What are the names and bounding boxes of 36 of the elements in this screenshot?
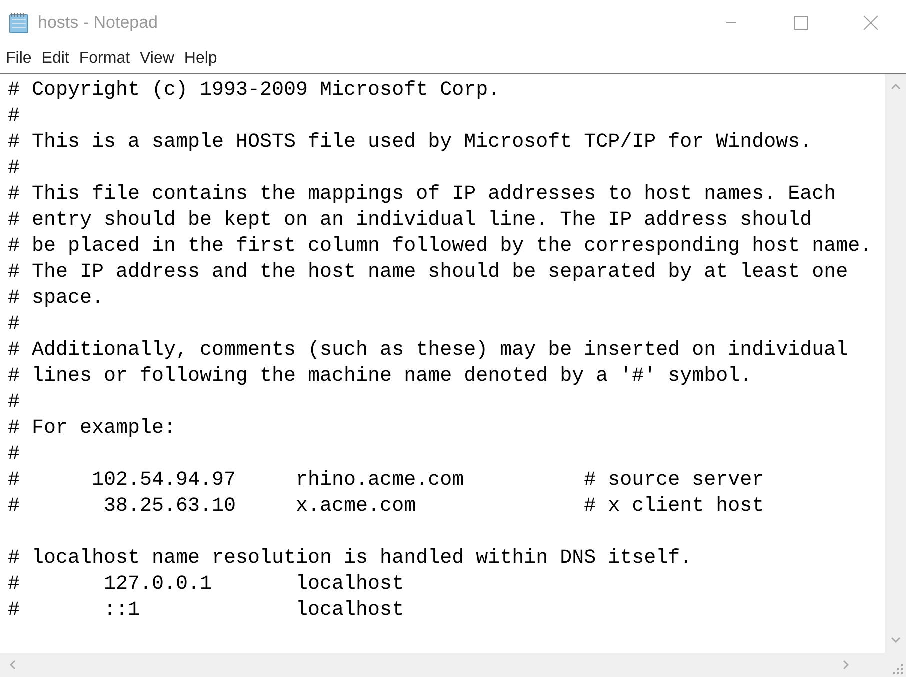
text-line: # This file contains the mappings of IP addresses to host names. Each (8, 183, 836, 206)
text-line: # (8, 105, 20, 128)
menu-item[interactable]: Edit (42, 48, 70, 70)
text-line: # space. (8, 287, 104, 310)
text-line: # localhost name resolution is handled within DNS itself. (8, 547, 692, 570)
scroll-up-icon[interactable] (890, 84, 900, 90)
text-line: # entry should be kept on an individual line. The IP address should (8, 209, 812, 232)
menu-item[interactable]: View (140, 48, 174, 70)
text-line: # This is a sample HOSTS file used by Microsoft TCP/IP for Windows. (8, 131, 812, 154)
text-line: # 102.54.94.97 rhino.acme.com # source server (8, 469, 764, 492)
scroll-right-icon[interactable] (843, 660, 849, 670)
text-line: # (8, 157, 20, 180)
maximize-icon (794, 16, 808, 30)
text-line: # (8, 391, 20, 414)
menu-item[interactable]: Format (79, 48, 130, 70)
text-line: # lines or following the machine name denoted by a '#' symbol. (8, 365, 752, 388)
text-line: # (8, 313, 20, 336)
text-line: # 127.0.0.1 localhost (8, 573, 404, 596)
horizontal-scrollbar[interactable] (0, 653, 885, 677)
vertical-scrollbar[interactable] (885, 74, 906, 653)
text-line: # The IP address and the host name should be separated by at least one (8, 261, 848, 284)
window-title: hosts - Notepad (38, 12, 158, 32)
notepad-icon (8, 12, 30, 34)
text-line: # Additionally, comments (such as these) may be inserted on individual (8, 339, 848, 362)
text-line: # ::1 localhost (8, 599, 404, 622)
scroll-left-icon[interactable] (10, 660, 16, 670)
menu-item[interactable]: Help (184, 48, 218, 70)
menu-item[interactable]: File (6, 48, 32, 70)
close-icon (863, 14, 879, 30)
text-line: # Copyright (c) 1993-2009 Microsoft Corp. (8, 79, 500, 102)
text-line: # be placed in the first column followed by the corresponding host name. (8, 235, 872, 258)
text-line: # 38.25.63.10 x.acme.com # x client host (8, 495, 764, 518)
resize-grip-icon[interactable] (893, 664, 903, 674)
scroll-down-icon[interactable] (890, 637, 900, 643)
text-line: # For example: (8, 417, 176, 440)
text-line: # (8, 443, 20, 466)
